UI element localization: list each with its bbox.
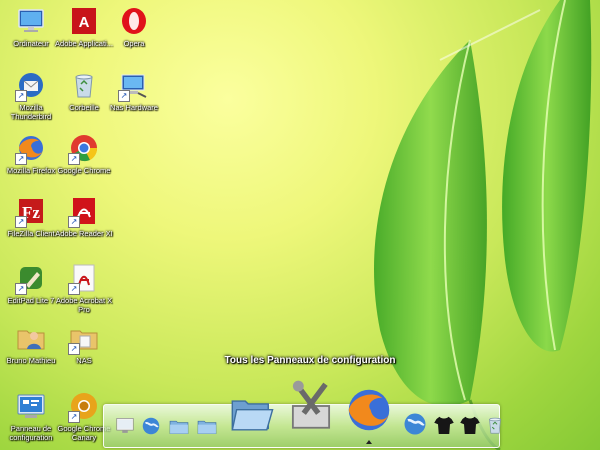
desktop-icon-label: Mozilla Firefox <box>6 166 56 175</box>
folder-icon <box>196 415 218 437</box>
shortcut-arrow-icon: ↗ <box>68 153 80 165</box>
shortcut-arrow-icon: ↗ <box>15 153 27 165</box>
dock-tshirt-button[interactable] <box>432 413 456 437</box>
dock-firefox-button[interactable] <box>342 383 396 437</box>
open-folder-icon <box>228 391 274 437</box>
monitor-icon <box>114 415 136 437</box>
globe-icon <box>140 415 162 437</box>
computer-icon <box>15 5 47 37</box>
dock-folder-button[interactable] <box>168 415 190 437</box>
dock-globe-button[interactable] <box>140 415 162 437</box>
nas-folder-icon: ↗ <box>68 322 100 355</box>
desktop-icon[interactable]: Bruno Mathieu <box>2 320 60 380</box>
folder-icon <box>168 415 190 437</box>
filezilla-icon: Fz ↗ <box>15 195 47 228</box>
dock-globe-button[interactable] <box>401 410 429 438</box>
shortcut-arrow-icon: ↗ <box>15 90 27 102</box>
adobe-reader-icon: ↗ <box>68 195 100 228</box>
adobe-application-icon: A <box>68 5 100 37</box>
shortcut-arrow-icon: ↗ <box>68 283 80 295</box>
desktop-icon-label: Nas Hardware <box>110 103 158 112</box>
shortcut-arrow-icon: ↗ <box>15 283 27 295</box>
desktop-icon-label: Adobe Reader XI <box>55 229 113 238</box>
desktop-icon[interactable]: ↗ Adobe Reader XI <box>55 193 113 253</box>
desktop-icon[interactable]: Fz ↗ FileZilla Client <box>2 193 60 253</box>
recycle-bin-icon <box>484 414 506 436</box>
desktop-icon[interactable]: Panneau de configuration <box>2 388 60 448</box>
chrome-canary-icon: ↗ <box>68 390 100 423</box>
network-computer-icon: ↗ <box>118 69 150 102</box>
desktop-icon[interactable]: Ordinateur <box>2 3 60 63</box>
desktop-icon-label: Ordinateur <box>13 39 49 48</box>
editpad-icon: ↗ <box>15 262 47 295</box>
desktop-icon[interactable]: ↗ EditPad Lite 7 <box>2 260 60 320</box>
desktop-icon-label: FileZilla Client <box>7 229 55 238</box>
user-folder-icon <box>15 322 47 354</box>
desktop-icon[interactable]: ↗ Mozilla Firefox <box>2 130 60 190</box>
thunderbird-icon: ↗ <box>15 69 47 102</box>
desktop-icon[interactable]: ↗ NAS <box>55 320 113 380</box>
globe-icon <box>401 410 429 438</box>
desktop-icon[interactable]: ↗ Mozilla Thunderbird <box>2 67 60 127</box>
shortcut-arrow-icon: ↗ <box>15 216 27 228</box>
desktop-icon-label: EditPad Lite 7 <box>7 296 55 305</box>
firefox-icon: ↗ <box>15 132 47 165</box>
dock-folder-button[interactable] <box>196 415 218 437</box>
desktop-icon[interactable]: ↗ Adobe Acrobat X Pro <box>55 260 113 320</box>
desktop-icon[interactable]: ↗ Google Chrome <box>55 130 113 190</box>
chrome-icon: ↗ <box>68 132 100 165</box>
recycle-bin-icon <box>68 69 100 101</box>
tools-icon <box>282 377 340 435</box>
desktop-icon-label: Adobe Acrobat X Pro <box>55 296 113 314</box>
desktop-icon[interactable]: Opera <box>105 3 163 63</box>
tshirt-icon <box>458 413 482 437</box>
acrobat-icon: ↗ <box>68 262 100 295</box>
opera-icon <box>118 5 150 37</box>
desktop-icon-label: Panneau de configuration <box>9 424 53 442</box>
tshirt-icon <box>432 413 456 437</box>
shortcut-arrow-icon: ↗ <box>118 90 130 102</box>
dock-active-indicator <box>366 440 372 444</box>
shortcut-arrow-icon: ↗ <box>68 343 80 355</box>
shortcut-arrow-icon: ↗ <box>68 411 80 423</box>
svg-text:A: A <box>79 14 90 31</box>
control-panel-icon <box>15 390 47 422</box>
dock-open-folder-button[interactable] <box>228 391 274 437</box>
dock-recycle-bin-button[interactable] <box>484 414 506 436</box>
desktop-icon-label: Google Chrome <box>57 166 111 175</box>
desktop-icon[interactable]: ↗ Nas Hardware <box>105 67 163 127</box>
desktop-icon-label: Mozilla Thunderbird <box>10 103 52 121</box>
shortcut-arrow-icon: ↗ <box>68 216 80 228</box>
dock-tooltip: Tous les Panneaux de configuration <box>224 355 396 366</box>
dock-monitor-button[interactable] <box>114 415 136 437</box>
dock-bar <box>103 380 501 448</box>
dock-tools-button[interactable] <box>282 377 340 435</box>
desktop-icon-label: Opera <box>123 39 145 48</box>
dock-tshirt-button[interactable] <box>458 413 482 437</box>
firefox-icon <box>342 383 396 437</box>
